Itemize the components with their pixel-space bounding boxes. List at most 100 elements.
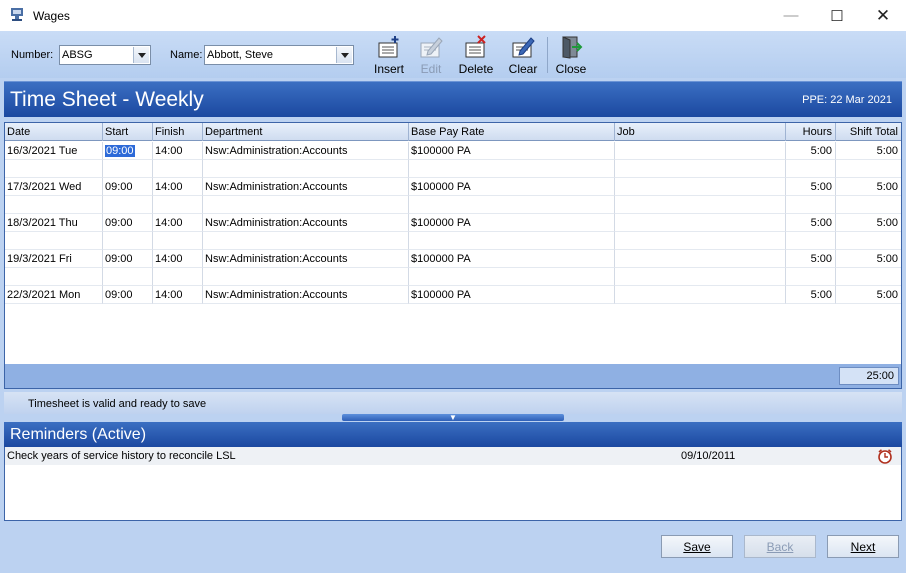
hours-cell[interactable]: 5:00: [786, 214, 836, 232]
table-row[interactable]: 19/3/2021 Fri 09:00 14:00 Nsw:Administra…: [5, 250, 901, 286]
sub-cell[interactable]: [836, 196, 901, 214]
col-shift-total[interactable]: Shift Total: [836, 123, 901, 141]
sub-cell[interactable]: [203, 196, 409, 214]
table-row[interactable]: 17/3/2021 Wed 09:00 14:00 Nsw:Administra…: [5, 178, 901, 214]
delete-button[interactable]: Delete: [456, 35, 496, 77]
sub-cell[interactable]: [5, 196, 103, 214]
edit-button[interactable]: Edit: [411, 35, 451, 77]
insert-button[interactable]: Insert: [369, 35, 409, 77]
job-cell[interactable]: [615, 214, 786, 232]
col-department[interactable]: Department: [203, 123, 409, 141]
sub-cell[interactable]: [786, 160, 836, 178]
job-cell[interactable]: [615, 286, 786, 304]
list-item[interactable]: Check years of service history to reconc…: [5, 447, 901, 465]
rate-cell[interactable]: $100000 PA: [409, 142, 615, 160]
col-date[interactable]: Date: [5, 123, 103, 141]
sub-cell[interactable]: [409, 268, 615, 286]
sub-cell[interactable]: [409, 232, 615, 250]
sub-cell[interactable]: [836, 232, 901, 250]
name-combo[interactable]: Abbott, Steve: [204, 45, 354, 65]
rate-cell[interactable]: $100000 PA: [409, 286, 615, 304]
sub-cell[interactable]: [153, 268, 203, 286]
table-row[interactable]: 22/3/2021 Mon 09:00 14:00 Nsw:Administra…: [5, 286, 901, 304]
close-button[interactable]: Close: [551, 35, 591, 77]
col-base-pay-rate[interactable]: Base Pay Rate: [409, 123, 615, 141]
sub-cell[interactable]: [615, 232, 786, 250]
date-cell[interactable]: 17/3/2021 Wed: [5, 178, 103, 196]
col-hours[interactable]: Hours: [786, 123, 836, 141]
alarm-clock-icon[interactable]: [877, 448, 893, 464]
minimize-button[interactable]: —: [768, 0, 814, 31]
start-value-selected[interactable]: 09:00: [105, 145, 135, 157]
department-cell[interactable]: Nsw:Administration:Accounts: [203, 178, 409, 196]
sub-cell[interactable]: [153, 160, 203, 178]
hours-cell[interactable]: 5:00: [786, 286, 836, 304]
hours-cell[interactable]: 5:00: [786, 178, 836, 196]
job-cell[interactable]: [615, 178, 786, 196]
maximize-button[interactable]: ☐: [814, 0, 860, 31]
hours-cell[interactable]: 5:00: [786, 250, 836, 268]
start-cell[interactable]: 09:00: [103, 250, 153, 268]
col-start[interactable]: Start: [103, 123, 153, 141]
sub-cell[interactable]: [5, 268, 103, 286]
rate-cell[interactable]: $100000 PA: [409, 178, 615, 196]
sub-cell[interactable]: [5, 232, 103, 250]
sub-cell[interactable]: [786, 268, 836, 286]
sub-cell[interactable]: [615, 268, 786, 286]
number-combo[interactable]: ABSG: [59, 45, 151, 65]
shift-total-cell[interactable]: 5:00: [836, 142, 901, 160]
col-finish[interactable]: Finish: [153, 123, 203, 141]
date-cell[interactable]: 18/3/2021 Thu: [5, 214, 103, 232]
chevron-down-icon[interactable]: [336, 47, 352, 63]
rate-cell[interactable]: $100000 PA: [409, 250, 615, 268]
sub-cell[interactable]: [5, 160, 103, 178]
department-cell[interactable]: Nsw:Administration:Accounts: [203, 286, 409, 304]
sub-cell[interactable]: [103, 268, 153, 286]
sub-cell[interactable]: [153, 232, 203, 250]
department-cell[interactable]: Nsw:Administration:Accounts: [203, 250, 409, 268]
sub-cell[interactable]: [786, 232, 836, 250]
sub-cell[interactable]: [409, 196, 615, 214]
sub-cell[interactable]: [103, 232, 153, 250]
job-cell[interactable]: [615, 142, 786, 160]
sub-cell[interactable]: [153, 196, 203, 214]
finish-cell[interactable]: 14:00: [153, 142, 203, 160]
rate-cell[interactable]: $100000 PA: [409, 214, 615, 232]
sub-cell[interactable]: [103, 196, 153, 214]
sub-cell[interactable]: [836, 268, 901, 286]
shift-total-cell[interactable]: 5:00: [836, 250, 901, 268]
table-row[interactable]: 18/3/2021 Thu 09:00 14:00 Nsw:Administra…: [5, 214, 901, 250]
sub-cell[interactable]: [615, 160, 786, 178]
sub-cell[interactable]: [409, 160, 615, 178]
date-cell[interactable]: 16/3/2021 Tue: [5, 142, 103, 160]
shift-total-cell[interactable]: 5:00: [836, 178, 901, 196]
table-row[interactable]: 16/3/2021 Tue 09:00 14:00 Nsw:Administra…: [5, 142, 901, 178]
start-cell[interactable]: 09:00: [103, 142, 153, 160]
finish-cell[interactable]: 14:00: [153, 214, 203, 232]
department-cell[interactable]: Nsw:Administration:Accounts: [203, 142, 409, 160]
start-cell[interactable]: 09:00: [103, 178, 153, 196]
back-button[interactable]: Back: [744, 535, 816, 558]
department-cell[interactable]: Nsw:Administration:Accounts: [203, 214, 409, 232]
clear-button[interactable]: Clear: [503, 35, 543, 77]
shift-total-cell[interactable]: 5:00: [836, 214, 901, 232]
shift-total-cell[interactable]: 5:00: [836, 286, 901, 304]
panel-splitter[interactable]: ▼: [342, 414, 564, 422]
sub-cell[interactable]: [203, 160, 409, 178]
col-job[interactable]: Job: [615, 123, 786, 141]
finish-cell[interactable]: 14:00: [153, 286, 203, 304]
sub-cell[interactable]: [203, 268, 409, 286]
chevron-down-icon[interactable]: [133, 47, 149, 63]
sub-cell[interactable]: [203, 232, 409, 250]
start-cell[interactable]: 09:00: [103, 214, 153, 232]
next-button[interactable]: Next: [827, 535, 899, 558]
date-cell[interactable]: 19/3/2021 Fri: [5, 250, 103, 268]
chevron-down-icon[interactable]: ▼: [449, 414, 457, 422]
sub-cell[interactable]: [786, 196, 836, 214]
sub-cell[interactable]: [103, 160, 153, 178]
sub-cell[interactable]: [836, 160, 901, 178]
date-cell[interactable]: 22/3/2021 Mon: [5, 286, 103, 304]
close-window-button[interactable]: ✕: [860, 0, 906, 31]
finish-cell[interactable]: 14:00: [153, 178, 203, 196]
finish-cell[interactable]: 14:00: [153, 250, 203, 268]
